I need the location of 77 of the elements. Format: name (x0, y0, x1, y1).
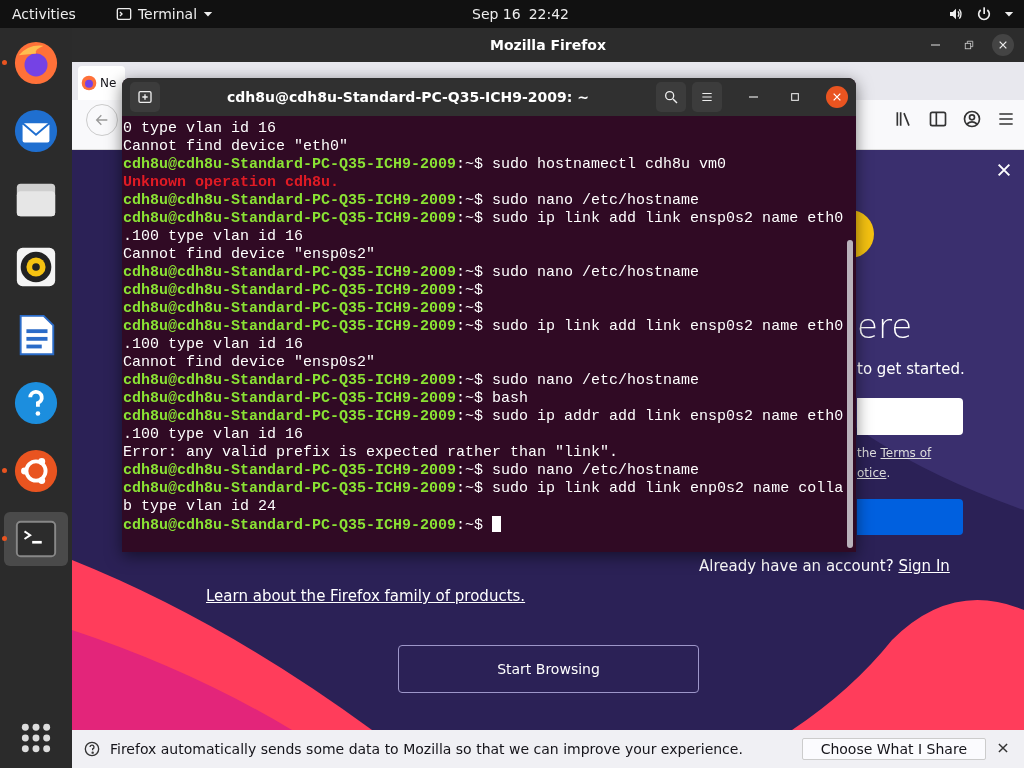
terminal-line: cdh8u@cdh8u-Standard-PC-Q35-ICH9-2009:~$ sudo ip link add link enp0s2 name colla (123, 480, 845, 498)
terminal-line: Cannot find device "eth0" (123, 138, 350, 156)
app-menu[interactable]: Terminal (115, 6, 214, 22)
terminal-line: cdh8u@cdh8u-Standard-PC-Q35-ICH9-2009:~$ bash (123, 390, 530, 408)
terms-link[interactable]: Terms of (880, 446, 932, 460)
close-icon (998, 40, 1008, 50)
terminal-line: .100 type vlan id 16 (123, 336, 305, 354)
close-icon (996, 162, 1012, 178)
help-icon (84, 741, 100, 757)
choose-share-button[interactable]: Choose What I Share (801, 738, 986, 760)
terminal-line: cdh8u@cdh8u-Standard-PC-Q35-ICH9-2009:~$ (123, 300, 485, 318)
close-button[interactable] (992, 34, 1014, 56)
terminal-line: 0 type vlan id 16 (123, 120, 278, 138)
caret-icon (1004, 9, 1014, 19)
terminal-line: Error: any valid prefix is expected rather than "link". (123, 444, 620, 462)
minimize-icon (930, 44, 940, 46)
start-browsing-button[interactable]: Start Browsing (398, 645, 699, 693)
terminal-line: cdh8u@cdh8u-Standard-PC-Q35-ICH9-2009:~$ (123, 516, 856, 534)
back-arrow-icon (94, 112, 110, 128)
search-button[interactable] (656, 82, 686, 112)
terminal-line: cdh8u@cdh8u-Standard-PC-Q35-ICH9-2009:~$ sudo nano /etc/hostname (123, 264, 701, 282)
maximize-icon (790, 92, 800, 102)
menu-button[interactable] (692, 82, 722, 112)
account-text: Already have an account? Sign In (699, 557, 951, 575)
terms-text: the Terms of (857, 445, 933, 462)
error-line: Unknown operation cdh8u. (123, 174, 341, 192)
volume-icon (948, 6, 964, 22)
help-icon (13, 380, 59, 426)
sidebar-button[interactable] (928, 109, 948, 129)
grid-icon (20, 722, 52, 754)
sign-in-link[interactable]: Sign In (898, 557, 950, 575)
terminal-line: .100 type vlan id 16 (123, 228, 305, 246)
browser-tab[interactable]: Ne (78, 66, 125, 100)
subtitle-text: to get started. (857, 360, 966, 378)
terminal-line: cdh8u@cdh8u-Standard-PC-Q35-ICH9-2009:~$ sudo ip link add link ensp0s2 name eth0 (123, 210, 845, 228)
page-heading: ere (857, 306, 914, 346)
terminal-line: .100 type vlan id 16 (123, 426, 305, 444)
close-button[interactable] (826, 86, 848, 108)
activities-button[interactable]: Activities (12, 6, 76, 22)
firefox-icon (81, 75, 97, 91)
power-icon (976, 6, 992, 22)
close-button[interactable] (996, 162, 1012, 178)
terminal-line: cdh8u@cdh8u-Standard-PC-Q35-ICH9-2009:~$ (123, 282, 485, 300)
new-tab-icon (137, 89, 153, 105)
terminal-line: cdh8u@cdh8u-Standard-PC-Q35-ICH9-2009:~$ sudo hostnamectl cdh8u vm0 (123, 156, 728, 174)
notice-text: otice. (857, 465, 892, 482)
account-button[interactable] (962, 109, 982, 129)
terminal-icon (115, 6, 132, 22)
close-icon (832, 92, 842, 102)
terminal-line: b type vlan id 24 (123, 498, 278, 516)
notification-text: Firefox automatically sends some data to Mozilla so that we can improve your experience. (110, 741, 744, 757)
menu-icon (700, 90, 714, 104)
scrollbar[interactable] (847, 240, 853, 548)
terminal-line: Cannot find device "ensp0s2" (123, 246, 377, 264)
firefox-icon (13, 40, 59, 86)
terminal-line: cdh8u@cdh8u-Standard-PC-Q35-ICH9-2009:~$ sudo nano /etc/hostname (123, 462, 701, 480)
terminal-line: Cannot find device "ensp0s2" (123, 354, 377, 372)
learn-link[interactable]: Learn about the Firefox family of products. (206, 587, 526, 605)
terminal-line: cdh8u@cdh8u-Standard-PC-Q35-ICH9-2009:~$ sudo nano /etc/hostname (123, 192, 701, 210)
new-tab-button[interactable] (130, 82, 160, 112)
time-text[interactable]: 22:42 (528, 6, 570, 22)
date-text[interactable]: Sep 16 (472, 6, 521, 22)
sidebar-icon (928, 109, 948, 129)
account-icon (962, 109, 982, 129)
search-icon (663, 89, 679, 105)
app-grid-button[interactable] (20, 722, 52, 754)
terminal-line: cdh8u@cdh8u-Standard-PC-Q35-ICH9-2009:~$ sudo ip addr add link ensp0s2 name eth0 (123, 408, 845, 426)
restore-icon (964, 40, 974, 50)
terminal-line: cdh8u@cdh8u-Standard-PC-Q35-ICH9-2009:~$ sudo nano /etc/hostname (123, 372, 701, 390)
caret-icon (203, 9, 214, 19)
terminal-line: cdh8u@cdh8u-Standard-PC-Q35-ICH9-2009:~$ sudo ip link add link ensp0s2 name eth0 (123, 318, 845, 336)
window-title: Mozilla Firefox (490, 37, 606, 53)
minimize-icon (748, 96, 758, 98)
terminal-title: cdh8u@cdh8u-Standard-PC-Q35-ICH9-2009: ~ (226, 89, 590, 105)
close-icon (996, 741, 1010, 755)
thunderbird-icon (13, 108, 59, 154)
email-field[interactable] (857, 398, 963, 435)
